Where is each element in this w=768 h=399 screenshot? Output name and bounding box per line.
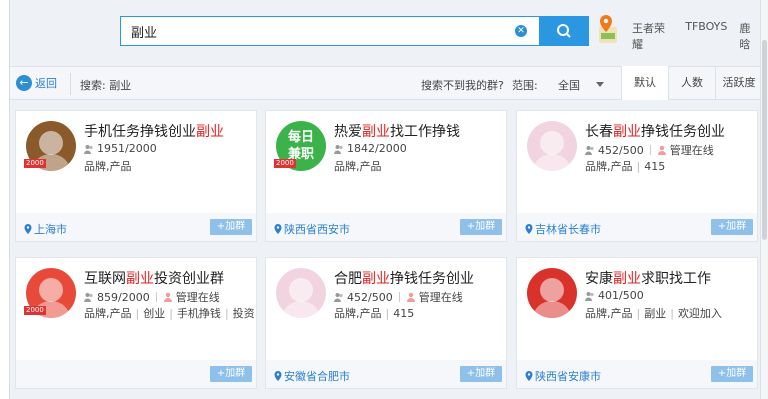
location-pin-icon[interactable] <box>595 13 621 45</box>
tab-default[interactable]: 默认 <box>621 66 668 100</box>
group-avatar[interactable] <box>527 121 577 171</box>
sort-tabs: 默认 人数 活跃度 <box>621 66 762 100</box>
clear-icon[interactable]: ✕ <box>515 25 527 37</box>
card-footer: 陕西省西安市 +加群 <box>266 213 506 241</box>
join-group-button[interactable]: +加群 <box>711 219 753 235</box>
group-title[interactable]: 安康副业求职找工作 <box>585 268 711 288</box>
group-tags: 品牌,产品|创业|手机挣钱|投资 ... <box>84 307 254 320</box>
join-group-button[interactable]: +加群 <box>460 366 502 382</box>
back-label: 返回 <box>35 77 57 90</box>
search-icon <box>557 24 571 38</box>
hot-link[interactable]: 鹿晗 <box>739 20 760 52</box>
left-panel-edge <box>0 0 10 399</box>
level-badge: 2000 <box>274 159 296 168</box>
group-location[interactable]: 吉林省长春市 <box>525 221 601 237</box>
group-tags: 品牌,产品 <box>334 160 382 173</box>
search-button[interactable] <box>539 16 589 46</box>
group-card[interactable]: 2000 手机任务挣钱创业副业 1951/2000 品牌,产品上海市 +加群 <box>15 110 257 242</box>
group-location[interactable]: 安徽省合肥市 <box>274 368 350 384</box>
tab-activity[interactable]: 活跃度 <box>715 66 762 100</box>
group-tags: 品牌,产品 <box>84 160 132 173</box>
group-location[interactable]: 上海市 <box>24 221 67 237</box>
keyword-highlight: 副业 <box>362 124 390 140</box>
member-count: 452/500 管理在线 <box>334 289 463 305</box>
group-avatar[interactable] <box>276 268 326 318</box>
group-card[interactable]: 合肥副业挣钱任务创业 452/500 管理在线 品牌,产品 | 415 安徽省合肥市 +加群 <box>265 257 507 389</box>
keyword-highlight: 副业 <box>126 271 154 287</box>
join-group-button[interactable]: +加群 <box>210 219 252 235</box>
not-found-link[interactable]: 搜索不到我的群? <box>421 77 504 93</box>
search-crumb: 搜索: 副业 <box>80 79 132 92</box>
top-bar: 副业 ✕ 王者荣耀 TFBOYS 鹿晗 <box>10 0 760 66</box>
scrollbar-thumb[interactable] <box>762 40 767 240</box>
group-location[interactable]: 陕西省西安市 <box>274 221 350 237</box>
scope-select[interactable]: 全国 <box>558 77 580 93</box>
group-card[interactable]: 长春副业挣钱任务创业 452/500 管理在线 品牌,产品 | 415 吉林省长春市 +加群 <box>516 110 758 242</box>
level-badge: 2000 <box>24 159 46 168</box>
member-count: 1842/2000 <box>334 142 407 155</box>
group-avatar[interactable] <box>527 268 577 318</box>
card-footer: +加群 <box>16 360 256 388</box>
admin-online: 管理在线 <box>398 289 463 305</box>
card-footer: 上海市 +加群 <box>16 213 256 241</box>
hot-search-links: 王者荣耀 TFBOYS 鹿晗 <box>632 20 760 52</box>
group-card[interactable]: 每日 兼职 2000 热爱副业找工作挣钱 1842/2000 品牌,产品 陕西省西安市 +加群 <box>265 110 507 242</box>
scope-label: 范围: <box>512 79 538 92</box>
member-count: 1951/2000 <box>84 142 157 155</box>
scrollbar[interactable] <box>760 0 768 399</box>
member-count: 401/500 <box>585 289 644 302</box>
hot-link[interactable]: 王者荣耀 <box>632 20 673 52</box>
card-footer: 安徽省合肥市 +加群 <box>266 360 506 388</box>
chevron-down-icon[interactable] <box>596 82 604 87</box>
hot-link[interactable]: TFBOYS <box>685 20 727 52</box>
divider <box>70 73 71 95</box>
keyword-highlight: 副业 <box>613 271 641 287</box>
join-group-button[interactable]: +加群 <box>460 219 502 235</box>
card-footer: 吉林省长春市 +加群 <box>517 213 757 241</box>
back-button[interactable]: ← 返回 <box>16 75 57 91</box>
member-count: 452/500 管理在线 <box>585 142 714 158</box>
tab-members[interactable]: 人数 <box>668 66 715 100</box>
admin-online: 管理在线 <box>649 142 714 158</box>
level-badge: 2000 <box>24 306 46 315</box>
filter-toolbar: ← 返回 搜索: 副业 搜索不到我的群? 范围: 全国 默认 人数 活跃度 <box>10 66 760 100</box>
keyword-highlight: 副业 <box>613 124 641 140</box>
keyword-highlight: 副业 <box>362 271 390 287</box>
group-tags: 品牌,产品 | 415 <box>585 160 666 173</box>
member-count: 859/2000 管理在线 <box>84 289 220 305</box>
search-input[interactable]: 副业 <box>121 22 515 41</box>
back-arrow-icon: ← <box>16 75 32 91</box>
group-title[interactable]: 热爱副业找工作挣钱 <box>334 121 460 141</box>
join-group-button[interactable]: +加群 <box>210 366 252 382</box>
group-card[interactable]: 安康副业求职找工作 401/500 品牌,产品 | 副业 | 欢迎加入陕西省安康市 +加群 <box>516 257 758 389</box>
search-box[interactable]: 副业 ✕ <box>120 16 589 46</box>
group-tags: 品牌,产品 | 副业 | 欢迎加入 <box>585 307 722 320</box>
group-title[interactable]: 手机任务挣钱创业副业 <box>84 121 224 141</box>
admin-online: 管理在线 <box>155 289 220 305</box>
group-card[interactable]: 2000 互联网副业投资创业群 859/2000 管理在线品牌,产品 | 创业 | 手机挣钱 |… <box>15 257 257 389</box>
keyword-highlight: 副业 <box>196 124 224 140</box>
group-tags: 品牌,产品 | 415 <box>334 307 415 320</box>
group-title[interactable]: 互联网副业投资创业群 <box>84 268 224 288</box>
group-location[interactable]: 陕西省安康市 <box>525 368 601 384</box>
card-footer: 陕西省安康市 +加群 <box>517 360 757 388</box>
join-group-button[interactable]: +加群 <box>711 366 753 382</box>
group-title[interactable]: 长春副业挣钱任务创业 <box>585 121 725 141</box>
group-title[interactable]: 合肥副业挣钱任务创业 <box>334 268 474 288</box>
